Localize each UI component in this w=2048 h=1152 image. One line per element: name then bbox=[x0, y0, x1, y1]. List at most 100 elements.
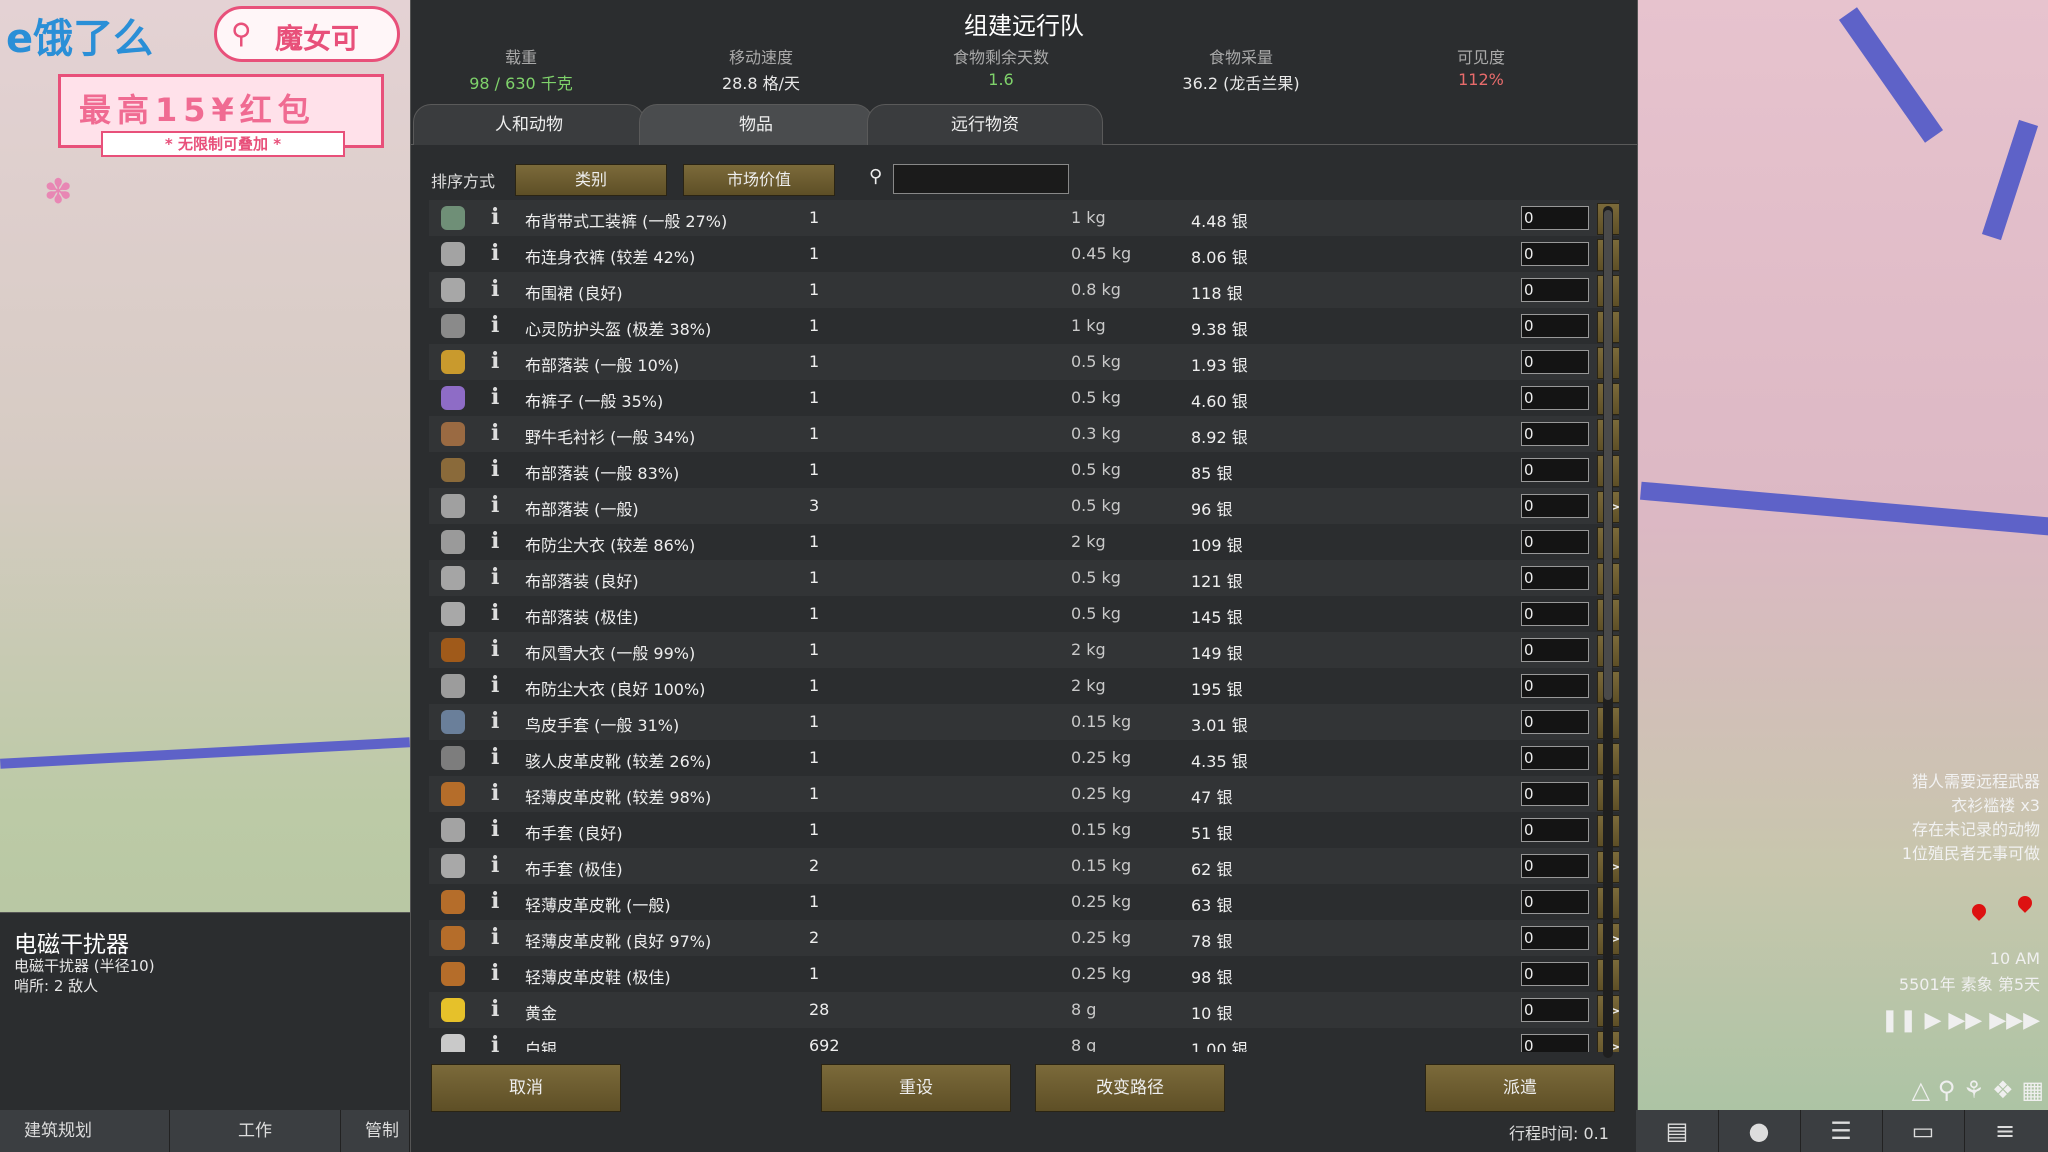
pause-icon[interactable]: ❚❚ bbox=[1881, 1008, 1918, 1033]
quantity-input[interactable] bbox=[1521, 242, 1589, 266]
info-icon[interactable]: i bbox=[491, 420, 505, 446]
quantity-input[interactable] bbox=[1521, 674, 1589, 698]
ad-search-pill[interactable]: ⚲ 魔女可 bbox=[214, 6, 400, 62]
scrollbar-thumb[interactable] bbox=[1604, 210, 1612, 700]
info-icon[interactable]: i bbox=[491, 924, 505, 950]
info-icon[interactable]: i bbox=[491, 204, 505, 230]
quantity-input[interactable] bbox=[1521, 278, 1589, 302]
table-row[interactable]: i轻薄皮革皮靴 (较差 98%)10.25 kg47 银> bbox=[429, 776, 1619, 812]
table-row[interactable]: i布部落装 (极佳)10.5 kg145 银> bbox=[429, 596, 1619, 632]
tab-restrict[interactable]: 管制 bbox=[340, 1110, 410, 1152]
zoom-icon[interactable]: ⚲ bbox=[1938, 1076, 1956, 1104]
plant-icon[interactable]: ⚘ bbox=[1963, 1076, 1985, 1104]
quantity-input[interactable] bbox=[1521, 782, 1589, 806]
sort-category-button[interactable]: 类别 bbox=[515, 164, 667, 196]
table-row[interactable]: i布风雪大衣 (一般 99%)12 kg149 银> bbox=[429, 632, 1619, 668]
alert-item[interactable]: 衣衫褴褛 x3 bbox=[1902, 794, 2040, 818]
play-icon[interactable]: ▶ bbox=[1924, 1008, 1941, 1033]
tab-pawns[interactable]: 人和动物 bbox=[413, 104, 645, 145]
alert-item[interactable]: 存在未记录的动物 bbox=[1902, 818, 2040, 842]
fast-icon[interactable]: ▶▶ bbox=[1948, 1008, 1982, 1033]
info-icon[interactable]: i bbox=[491, 780, 505, 806]
quantity-input[interactable] bbox=[1521, 1034, 1589, 1052]
table-row[interactable]: i布连身衣裤 (较差 42%)10.45 kg8.06 银> bbox=[429, 236, 1619, 272]
quantity-input[interactable] bbox=[1521, 818, 1589, 842]
table-row[interactable]: i布防尘大衣 (较差 86%)12 kg109 银> bbox=[429, 524, 1619, 560]
quantity-input[interactable] bbox=[1521, 602, 1589, 626]
info-icon[interactable]: i bbox=[491, 996, 505, 1022]
change-route-button[interactable]: 改变路径 bbox=[1035, 1064, 1225, 1112]
table-row[interactable]: i布部落装 (一般 10%)10.5 kg1.93 银> bbox=[429, 344, 1619, 380]
table-row[interactable]: i野牛毛衬衫 (一般 34%)10.3 kg8.92 银> bbox=[429, 416, 1619, 452]
quantity-input[interactable] bbox=[1521, 998, 1589, 1022]
info-icon[interactable]: i bbox=[491, 708, 505, 734]
send-button[interactable]: 派遣 bbox=[1425, 1064, 1615, 1112]
info-icon[interactable]: i bbox=[491, 348, 505, 374]
quantity-input[interactable] bbox=[1521, 350, 1589, 374]
table-row[interactable]: i心灵防护头盔 (极差 38%)11 kg9.38 银> bbox=[429, 308, 1619, 344]
quantity-input[interactable] bbox=[1521, 710, 1589, 734]
info-icon[interactable]: i bbox=[491, 816, 505, 842]
grid-icon[interactable]: ▦ bbox=[2021, 1076, 2044, 1104]
quantity-input[interactable] bbox=[1521, 962, 1589, 986]
table-row[interactable]: i白银6928 g1.00 银>>> bbox=[429, 1028, 1619, 1052]
quantity-input[interactable] bbox=[1521, 494, 1589, 518]
info-icon[interactable]: i bbox=[491, 384, 505, 410]
pawn-icon[interactable]: ● bbox=[1718, 1110, 1801, 1152]
table-row[interactable]: i轻薄皮革皮鞋 (极佳)10.25 kg98 银> bbox=[429, 956, 1619, 992]
quantity-input[interactable] bbox=[1521, 926, 1589, 950]
quantity-input[interactable] bbox=[1521, 746, 1589, 770]
table-row[interactable]: i骇人皮革皮靴 (较差 26%)10.25 kg4.35 银> bbox=[429, 740, 1619, 776]
info-icon[interactable]: i bbox=[491, 636, 505, 662]
quantity-input[interactable] bbox=[1521, 206, 1589, 230]
info-icon[interactable]: i bbox=[491, 600, 505, 626]
quantity-input[interactable] bbox=[1521, 890, 1589, 914]
info-icon[interactable]: i bbox=[491, 240, 505, 266]
menu-icon[interactable]: ≡ bbox=[1964, 1110, 2046, 1152]
info-icon[interactable]: i bbox=[491, 672, 505, 698]
terrain-icon[interactable]: △ bbox=[1912, 1076, 1930, 1104]
book-icon[interactable]: ▭ bbox=[1882, 1110, 1965, 1152]
table-row[interactable]: i布部落装 (良好)10.5 kg121 银> bbox=[429, 560, 1619, 596]
table-row[interactable]: i布围裙 (良好)10.8 kg118 银> bbox=[429, 272, 1619, 308]
quantity-input[interactable] bbox=[1521, 530, 1589, 554]
alert-item[interactable]: 猎人需要远程武器 bbox=[1902, 770, 2040, 794]
sort-market-value-button[interactable]: 市场价值 bbox=[683, 164, 835, 196]
info-icon[interactable]: i bbox=[491, 1032, 505, 1052]
resource-icon[interactable]: ❖ bbox=[1992, 1076, 2014, 1104]
alert-item[interactable]: 1位殖民者无事可做 bbox=[1902, 842, 2040, 866]
ad-overlay[interactable]: e饿了么 ⚲ 魔女可 最高15¥红包 * 无限制可叠加 * bbox=[0, 0, 410, 160]
tab-travel-supplies[interactable]: 远行物资 bbox=[867, 104, 1103, 145]
cancel-button[interactable]: 取消 bbox=[431, 1064, 621, 1112]
table-row[interactable]: i布手套 (极佳)20.15 kg62 银>>> bbox=[429, 848, 1619, 884]
quantity-input[interactable] bbox=[1521, 458, 1589, 482]
info-icon[interactable]: i bbox=[491, 564, 505, 590]
reset-button[interactable]: 重设 bbox=[821, 1064, 1011, 1112]
info-icon[interactable]: i bbox=[491, 276, 505, 302]
info-icon[interactable]: i bbox=[491, 852, 505, 878]
tab-items[interactable]: 物品 bbox=[639, 104, 873, 145]
table-row[interactable]: i布防尘大衣 (良好 100%)12 kg195 银> bbox=[429, 668, 1619, 704]
info-icon[interactable]: i bbox=[491, 456, 505, 482]
info-icon[interactable]: i bbox=[491, 492, 505, 518]
scrollbar[interactable] bbox=[1603, 206, 1613, 1058]
table-row[interactable]: i轻薄皮革皮靴 (良好 97%)20.25 kg78 银>>> bbox=[429, 920, 1619, 956]
tab-work[interactable]: 工作 bbox=[170, 1110, 341, 1152]
search-input[interactable] bbox=[893, 164, 1069, 194]
table-row[interactable]: i布裤子 (一般 35%)10.5 kg4.60 银> bbox=[429, 380, 1619, 416]
info-icon[interactable]: i bbox=[491, 528, 505, 554]
tab-architect[interactable]: 建筑规划 bbox=[0, 1110, 170, 1152]
table-row[interactable]: i鸟皮手套 (一般 31%)10.15 kg3.01 银> bbox=[429, 704, 1619, 740]
quantity-input[interactable] bbox=[1521, 854, 1589, 878]
superfast-icon[interactable]: ▶▶▶ bbox=[1989, 1008, 2040, 1033]
ad-banner[interactable]: 最高15¥红包 * 无限制可叠加 * bbox=[58, 74, 384, 157]
info-icon[interactable]: i bbox=[491, 744, 505, 770]
table-row[interactable]: i布部落装 (一般)30.5 kg96 银>>> bbox=[429, 488, 1619, 524]
quantity-input[interactable] bbox=[1521, 422, 1589, 446]
table-row[interactable]: i布部落装 (一般 83%)10.5 kg85 银> bbox=[429, 452, 1619, 488]
table-row[interactable]: i布手套 (良好)10.15 kg51 银> bbox=[429, 812, 1619, 848]
quantity-input[interactable] bbox=[1521, 386, 1589, 410]
architect-icon[interactable]: ▤ bbox=[1636, 1110, 1719, 1152]
quantity-input[interactable] bbox=[1521, 314, 1589, 338]
info-icon[interactable]: i bbox=[491, 960, 505, 986]
